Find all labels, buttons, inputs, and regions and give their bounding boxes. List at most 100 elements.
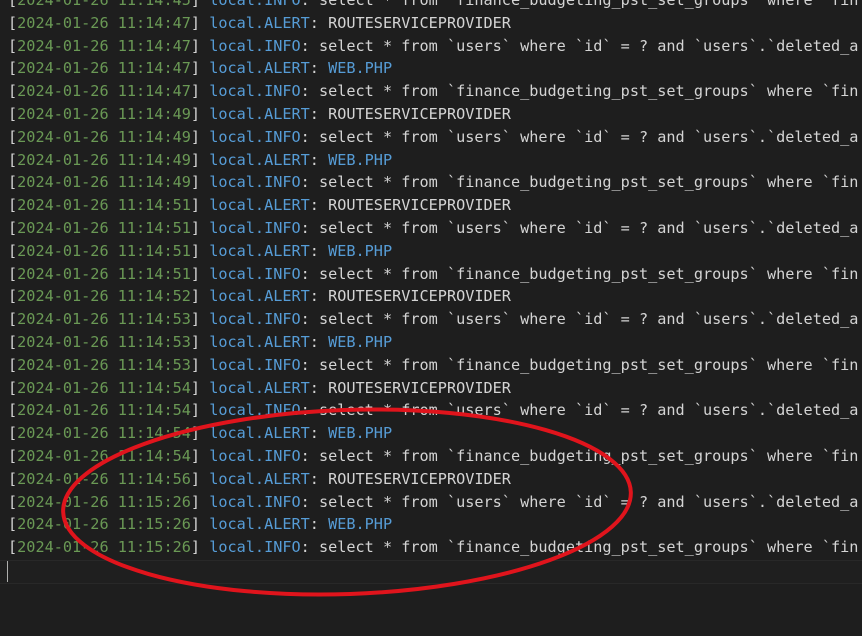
log-message: select * from `users` where `id` = ? and… (318, 310, 859, 329)
log-level: ALERT (264, 332, 310, 351)
close-bracket: ] (190, 0, 210, 9)
log-environment: local (209, 173, 255, 192)
log-level: INFO (264, 82, 301, 101)
log-environment: local (209, 13, 255, 32)
open-bracket: [ (8, 515, 18, 534)
dot-separator: . (254, 332, 265, 351)
log-level: ALERT (264, 150, 310, 169)
log-timestamp: 2024-01-26 11:14:51 (17, 241, 191, 260)
open-bracket: [ (8, 241, 18, 260)
open-bracket: [ (8, 36, 18, 55)
log-line: [2024-01-26 11:14:49] local.ALERT: ROUTE… (8, 103, 858, 126)
colon-separator: : (309, 287, 329, 306)
log-editor[interactable]: [2024-01-26 11:14:45] local.INFO: select… (0, 0, 862, 636)
dot-separator: . (254, 424, 265, 443)
log-message: select * from `finance_budgeting_pst_set… (318, 82, 859, 101)
dot-separator: . (254, 104, 265, 123)
colon-separator: : (300, 127, 319, 146)
open-bracket: [ (8, 492, 18, 511)
log-message: ROUTESERVICEPROVIDER (328, 104, 511, 123)
open-bracket: [ (8, 264, 18, 283)
log-environment: local (209, 82, 255, 101)
log-line: [2024-01-26 11:14:54] local.INFO: select… (8, 445, 858, 468)
dot-separator: . (254, 287, 265, 306)
open-bracket: [ (8, 446, 18, 465)
log-level: ALERT (264, 469, 310, 488)
close-bracket: ] (190, 82, 210, 101)
colon-separator: : (300, 310, 319, 329)
log-line: [2024-01-26 11:14:47] local.INFO: select… (8, 80, 858, 103)
log-line: [2024-01-26 11:14:49] local.INFO: select… (8, 171, 858, 194)
colon-separator: : (300, 218, 319, 237)
open-bracket: [ (8, 287, 18, 306)
log-line: [2024-01-26 11:15:26] local.ALERT: WEB.P… (8, 513, 858, 536)
colon-separator: : (300, 355, 319, 374)
log-level: INFO (264, 218, 301, 237)
colon-separator: : (300, 264, 319, 283)
colon-separator: : (300, 401, 319, 420)
open-bracket: [ (8, 150, 18, 169)
log-level: INFO (264, 264, 301, 283)
log-level: INFO (264, 538, 301, 557)
log-line: [2024-01-26 11:14:51] local.ALERT: ROUTE… (8, 194, 858, 217)
log-message: select * from `users` where `id` = ? and… (318, 36, 859, 55)
log-level: INFO (264, 36, 301, 55)
dot-separator: . (254, 515, 265, 534)
colon-separator: : (309, 150, 329, 169)
colon-separator: : (300, 0, 319, 9)
current-line-highlight[interactable] (0, 560, 862, 584)
close-bracket: ] (190, 310, 210, 329)
log-environment: local (209, 218, 255, 237)
log-timestamp: 2024-01-26 11:14:47 (17, 36, 191, 55)
log-timestamp: 2024-01-26 11:14:49 (17, 127, 191, 146)
log-level: ALERT (264, 287, 310, 306)
close-bracket: ] (190, 355, 210, 374)
editor-empty-area[interactable] (0, 584, 862, 636)
colon-separator: : (309, 13, 329, 32)
colon-separator: : (300, 538, 319, 557)
log-message: WEB.PHP (328, 241, 393, 260)
log-line: [2024-01-26 11:14:53] local.INFO: select… (8, 308, 858, 331)
open-bracket: [ (8, 538, 18, 557)
dot-separator: . (254, 218, 265, 237)
log-level: ALERT (264, 378, 310, 397)
close-bracket: ] (190, 332, 210, 351)
open-bracket: [ (8, 196, 18, 215)
log-message: WEB.PHP (328, 424, 393, 443)
colon-separator: : (309, 196, 329, 215)
open-bracket: [ (8, 0, 18, 9)
dot-separator: . (254, 196, 265, 215)
log-message: ROUTESERVICEPROVIDER (328, 469, 511, 488)
dot-separator: . (254, 469, 265, 488)
close-bracket: ] (190, 173, 210, 192)
colon-separator: : (300, 82, 319, 101)
log-timestamp: 2024-01-26 11:14:53 (17, 355, 191, 374)
log-environment: local (209, 446, 255, 465)
colon-separator: : (309, 104, 329, 123)
close-bracket: ] (190, 287, 210, 306)
log-message: select * from `users` where `id` = ? and… (318, 127, 859, 146)
close-bracket: ] (190, 104, 210, 123)
log-level: INFO (264, 355, 301, 374)
log-line: [2024-01-26 11:14:51] local.ALERT: WEB.P… (8, 240, 858, 263)
log-timestamp: 2024-01-26 11:14:56 (17, 469, 191, 488)
log-line: [2024-01-26 11:14:45] local.INFO: select… (8, 0, 858, 12)
log-line: [2024-01-26 11:14:49] local.INFO: select… (8, 126, 858, 149)
log-timestamp: 2024-01-26 11:14:45 (17, 0, 191, 9)
close-bracket: ] (190, 59, 210, 78)
log-message: select * from `finance_budgeting_pst_set… (318, 264, 859, 283)
colon-separator: : (309, 332, 329, 351)
dot-separator: . (254, 538, 265, 557)
dot-separator: . (254, 401, 265, 420)
open-bracket: [ (8, 378, 18, 397)
log-line: [2024-01-26 11:14:47] local.ALERT: ROUTE… (8, 12, 858, 35)
log-level: INFO (264, 310, 301, 329)
log-level: ALERT (264, 59, 310, 78)
log-level: INFO (264, 492, 301, 511)
close-bracket: ] (190, 424, 210, 443)
colon-separator: : (300, 492, 319, 511)
close-bracket: ] (190, 196, 210, 215)
colon-separator: : (309, 378, 329, 397)
log-timestamp: 2024-01-26 11:14:49 (17, 150, 191, 169)
colon-separator: : (309, 469, 329, 488)
